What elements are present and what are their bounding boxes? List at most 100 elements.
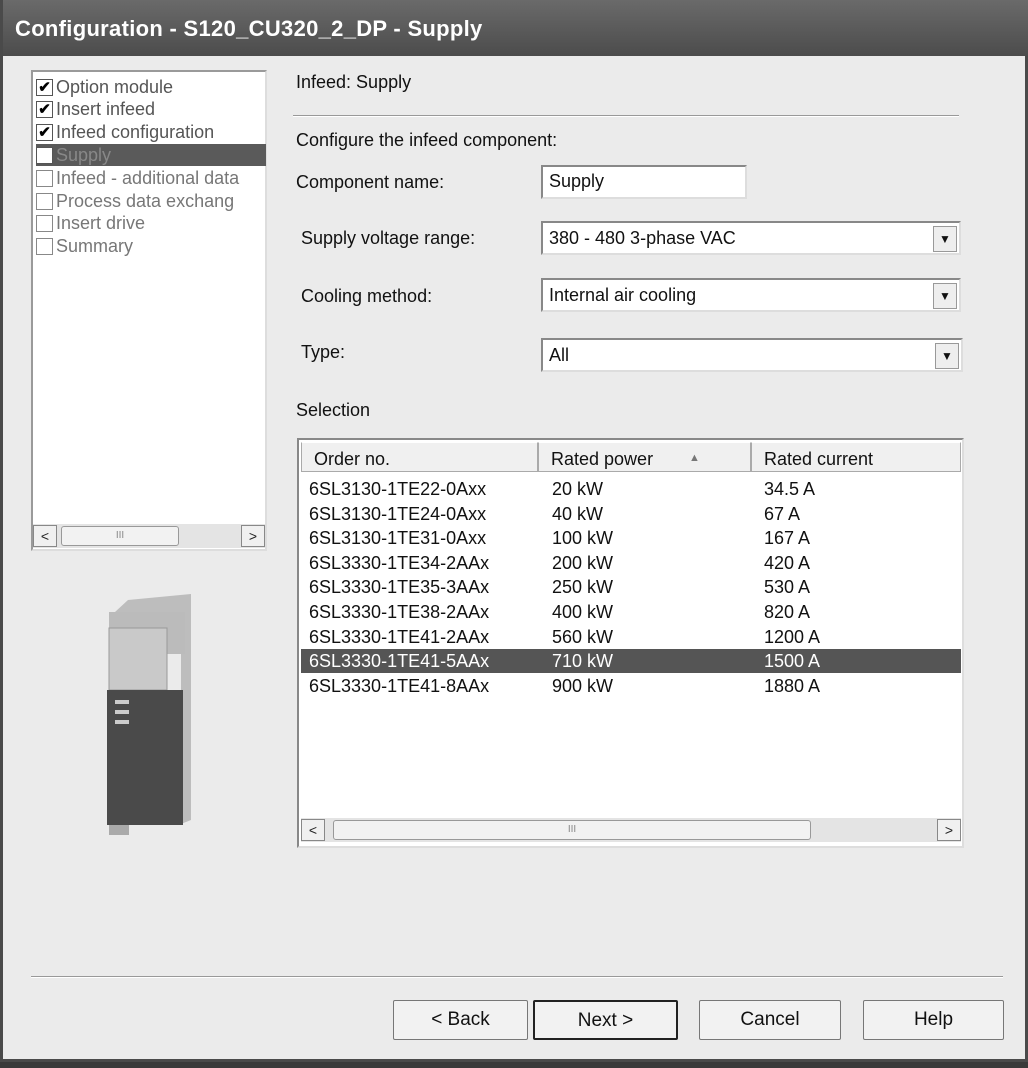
chevron-down-icon[interactable]: ▼: [933, 283, 957, 309]
nav-step-item[interactable]: Supply: [36, 144, 266, 167]
selection-table: Order no. Rated power ▲ Rated current 6SL…: [297, 438, 964, 848]
nav-step-item[interactable]: Insert drive: [36, 213, 266, 235]
order-no-cell: 6SL3330-1TE34-2AAx: [309, 552, 490, 573]
cooling-method-select[interactable]: Internal air cooling ▼: [541, 278, 961, 312]
scroll-left-button[interactable]: <: [301, 819, 325, 841]
order-no-cell: 6SL3330-1TE35-3AAx: [309, 577, 490, 598]
type-label: Type:: [301, 342, 346, 362]
table-row[interactable]: 6SL3330-1TE41-8AAx 900 kW 1880 A: [301, 674, 961, 698]
supply-voltage-value: 380 - 480 3-phase VAC: [549, 227, 736, 248]
column-header-rated-power[interactable]: Rated power ▲: [538, 442, 751, 472]
cooling-method-label: Cooling method:: [301, 286, 433, 306]
nav-step-item[interactable]: ✔ Infeed configuration: [36, 122, 266, 144]
nav-step-label: Supply: [56, 144, 112, 165]
selection-label: Selection: [296, 400, 371, 420]
table-row[interactable]: 6SL3330-1TE34-2AAx 200 kW 420 A: [301, 551, 961, 575]
checkbox-empty-icon: [36, 215, 53, 233]
nav-step-label: Process data exchang: [56, 190, 235, 211]
table-row[interactable]: 6SL3330-1TE35-3AAx 250 kW 530 A: [301, 575, 961, 599]
checkbox-empty-icon: [36, 169, 53, 187]
nav-step-label: Infeed configuration: [56, 122, 215, 143]
checkbox-checked-icon: ✔: [36, 78, 53, 96]
rated-current-cell: 1880 A: [764, 675, 821, 696]
order-no-cell: 6SL3330-1TE41-2AAx: [309, 626, 490, 647]
nav-step-item[interactable]: Process data exchang: [36, 190, 266, 212]
rated-power-cell: 900 kW: [552, 675, 614, 696]
checkbox-empty-icon: [36, 238, 53, 256]
checkbox-checked-icon: ✔: [36, 124, 53, 142]
rated-power-cell: 400 kW: [552, 602, 614, 622]
rated-current-cell: 67 A: [764, 503, 801, 524]
footer-divider: [31, 976, 1003, 978]
column-header-order-no[interactable]: Order no.: [301, 442, 538, 472]
tree-horizontal-scrollbar[interactable]: < III >: [33, 524, 265, 548]
column-header-rated-current[interactable]: Rated current: [751, 442, 961, 472]
order-no-cell: 6SL3130-1TE22-0Axx: [309, 479, 487, 499]
scroll-thumb[interactable]: III: [333, 820, 811, 840]
scroll-left-button[interactable]: <: [33, 525, 57, 547]
page-header: Infeed: Supply: [296, 72, 412, 92]
table-horizontal-scrollbar[interactable]: < III >: [301, 818, 961, 842]
rated-current-cell: 820 A: [764, 602, 811, 622]
table-row[interactable]: 6SL3130-1TE31-0Axx 100 kW 167 A: [301, 526, 961, 550]
rated-power-cell: 200 kW: [552, 552, 614, 573]
table-row[interactable]: 6SL3330-1TE41-2AAx 560 kW 1200 A: [301, 625, 961, 649]
order-no-cell: 6SL3130-1TE31-0Axx: [309, 528, 487, 549]
nav-step-item[interactable]: Summary: [36, 236, 266, 258]
rated-power-header-label: Rated power: [551, 449, 654, 469]
nav-step-label: Insert infeed: [56, 99, 156, 120]
chevron-down-icon[interactable]: ▼: [935, 343, 959, 369]
checkbox-empty-icon: [36, 146, 53, 164]
help-button[interactable]: Help: [863, 1000, 1004, 1040]
title-bar: Configuration - S120_CU320_2_DP - Supply: [3, 0, 1028, 56]
order-no-cell: 6SL3330-1TE41-5AAx: [309, 651, 490, 672]
rated-current-cell: 530 A: [764, 577, 811, 598]
rated-power-cell: 250 kW: [552, 577, 614, 598]
table-row[interactable]: 6SL3330-1TE38-2AAx 400 kW 820 A: [301, 600, 961, 624]
cancel-button[interactable]: Cancel: [699, 1000, 841, 1040]
wizard-steps-tree: ✔ Option module ✔ Insert infeed ✔ Infeed conf…: [31, 70, 267, 551]
supply-voltage-label: Supply voltage range:: [301, 228, 476, 248]
nav-step-label: Insert drive: [56, 213, 146, 234]
nav-step-item[interactable]: Infeed - additional data: [36, 167, 266, 189]
back-button[interactable]: < Back: [393, 1000, 528, 1040]
rated-current-cell: 167 A: [764, 528, 811, 549]
supply-voltage-select[interactable]: 380 - 480 3-phase VAC ▼: [541, 221, 961, 255]
chevron-down-icon[interactable]: ▼: [933, 226, 957, 252]
type-value: All: [549, 344, 570, 365]
component-name-input[interactable]: Supply: [541, 165, 747, 199]
checkbox-empty-icon: [36, 192, 53, 210]
table-row[interactable]: 6SL3330-1TE41-5AAx 710 kW 1500 A: [301, 649, 961, 674]
table-row[interactable]: 6SL3130-1TE22-0Axx 20 kW 34.5 A: [301, 477, 961, 501]
order-no-cell: 6SL3330-1TE38-2AAx: [309, 602, 490, 622]
nav-step-label: Infeed - additional data: [56, 167, 240, 188]
configuration-dialog: Configuration - S120_CU320_2_DP - Supply…: [0, 0, 1028, 1062]
cooling-method-value: Internal air cooling: [549, 284, 697, 305]
nav-step-item[interactable]: ✔ Option module: [36, 76, 266, 98]
supply-module-image: [107, 594, 191, 835]
order-no-cell: 6SL3130-1TE24-0Axx: [309, 503, 487, 524]
page-subtitle: Configure the infeed component:: [296, 130, 558, 150]
rated-power-cell: 710 kW: [552, 651, 614, 672]
rated-current-cell: 1200 A: [764, 626, 821, 647]
rated-current-cell: 1500 A: [764, 651, 821, 672]
rated-power-cell: 100 kW: [552, 528, 614, 549]
nav-step-label: Option module: [56, 76, 174, 97]
nav-step-item[interactable]: ✔ Insert infeed: [36, 99, 266, 121]
checkbox-checked-icon: ✔: [36, 101, 53, 119]
rated-current-cell: 34.5 A: [764, 479, 816, 499]
scroll-right-button[interactable]: >: [241, 525, 265, 547]
scroll-thumb[interactable]: III: [61, 526, 179, 546]
component-name-label: Component name:: [296, 172, 445, 192]
order-no-cell: 6SL3330-1TE41-8AAx: [309, 675, 490, 696]
rated-power-cell: 40 kW: [552, 503, 604, 524]
sort-ascending-icon: ▲: [689, 452, 700, 464]
scroll-right-button[interactable]: >: [937, 819, 961, 841]
rated-power-cell: 20 kW: [552, 479, 604, 499]
next-button[interactable]: Next >: [533, 1000, 678, 1040]
nav-step-label: Summary: [56, 236, 134, 257]
header-divider: [293, 115, 959, 117]
table-row[interactable]: 6SL3130-1TE24-0Axx 40 kW 67 A: [301, 502, 961, 526]
type-select[interactable]: All ▼: [541, 338, 963, 372]
rated-power-cell: 560 kW: [552, 626, 614, 647]
